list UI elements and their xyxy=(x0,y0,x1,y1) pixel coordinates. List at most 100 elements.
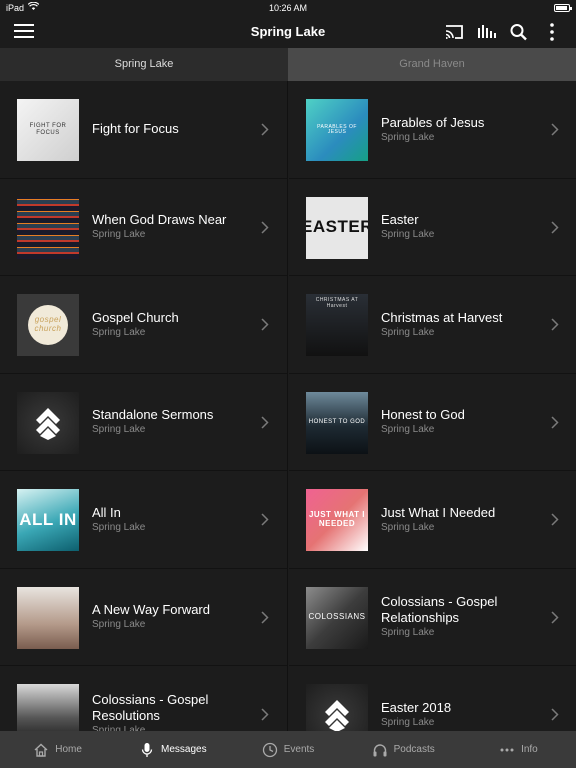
gospel-church-artwork: gospel church xyxy=(17,294,79,356)
series-thumb-text: HONEST TO GOD xyxy=(308,419,366,426)
series-thumb-text: FIGHT FOR FOCUS xyxy=(29,123,67,136)
series-title: Easter 2018 xyxy=(381,699,452,715)
easter-artwork: EASTER xyxy=(306,196,368,259)
series-title: Parables of Jesus xyxy=(381,114,485,130)
series-row-left-3[interactable]: Standalone Sermons Spring Lake xyxy=(0,373,287,471)
series-text-block: Standalone Sermons Spring Lake xyxy=(92,374,253,471)
series-row-left-1[interactable]: When God Draws Near Spring Lake xyxy=(0,178,287,276)
tabbar-home-label: Home xyxy=(55,744,82,755)
tab-spring-lake[interactable]: Spring Lake xyxy=(0,48,288,81)
series-subtitle: Spring Lake xyxy=(92,326,146,338)
series-subtitle: Spring Lake xyxy=(381,326,435,338)
home-icon xyxy=(34,743,48,757)
navigation-bar: Spring Lake xyxy=(0,16,576,48)
series-row-right-5[interactable]: COLOSSIANS Colossians - Gospel Relationsh… xyxy=(289,568,576,666)
bottom-tab-bar: Home Messages Events Podcasts Info xyxy=(0,731,576,768)
when-god-draws-near-artwork xyxy=(17,196,79,259)
series-title: Colossians - Gospel Relationships xyxy=(381,594,498,626)
audio-bars-icon[interactable] xyxy=(475,22,497,42)
status-bar: iPad 10:26 AM xyxy=(0,0,576,16)
just-what-i-needed-artwork: JUST WHAT I NEEDED xyxy=(306,489,368,551)
series-row-right-0[interactable]: PARABLES OF JESUS Parables of Jesus Spring… xyxy=(289,81,576,179)
parables-artwork: PARABLES OF JESUS xyxy=(306,99,368,161)
chevron-right-icon xyxy=(261,708,269,721)
cast-icon[interactable] xyxy=(443,22,465,42)
series-title: Honest to God xyxy=(381,407,465,423)
series-text-block: Easter 2018 Spring Lake xyxy=(381,666,543,731)
chevron-right-icon xyxy=(261,123,269,136)
chevron-right-icon xyxy=(551,708,559,721)
series-title: Christmas at Harvest xyxy=(381,309,503,325)
series-title: Easter xyxy=(381,212,419,228)
series-title: A New Way Forward xyxy=(92,602,210,618)
series-text-block: Easter Spring Lake xyxy=(381,179,543,276)
series-row-left-4[interactable]: ALL IN All In Spring Lake xyxy=(0,471,287,569)
search-icon[interactable] xyxy=(508,22,530,42)
series-row-right-3[interactable]: HONEST TO GOD Honest to God Spring Lake xyxy=(289,373,576,471)
series-text-block: Christmas at Harvest Spring Lake xyxy=(381,276,543,373)
series-text-block: A New Way Forward Spring Lake xyxy=(92,569,253,666)
tab-grand-haven[interactable]: Grand Haven xyxy=(288,48,576,81)
tabbar-info-label: Info xyxy=(521,744,538,755)
series-row-right-2[interactable]: CHRISTMAS AT Harvest Christmas at Harvest… xyxy=(289,276,576,374)
series-text-block: Just What I Needed Spring Lake xyxy=(381,471,543,568)
chevron-right-icon xyxy=(551,513,559,526)
tabbar-events[interactable]: Events xyxy=(230,731,345,768)
series-row-left-5[interactable]: A New Way Forward Spring Lake xyxy=(0,568,287,666)
series-column-right: PARABLES OF JESUS Parables of Jesus Spring… xyxy=(289,81,576,731)
tabbar-messages[interactable]: Messages xyxy=(115,731,230,768)
series-column-left: FIGHT FOR FOCUS Fight for Focus When God D… xyxy=(0,81,288,731)
series-row-left-0[interactable]: FIGHT FOR FOCUS Fight for Focus xyxy=(0,81,287,179)
colossians-relationships-artwork: COLOSSIANS xyxy=(306,586,368,649)
series-thumb-text: JUST WHAT I NEEDED xyxy=(308,510,365,528)
harvest-logo-artwork xyxy=(306,684,368,731)
colossians-artwork: COLOSSIANS xyxy=(17,684,79,731)
chevron-right-icon xyxy=(261,415,269,429)
series-subtitle: Spring Lake xyxy=(92,724,146,731)
series-title: Just What I Needed xyxy=(381,504,496,520)
all-in-artwork: ALL IN xyxy=(17,489,79,551)
series-text-block: Honest to God Spring Lake xyxy=(381,374,543,471)
chevron-right-icon xyxy=(261,513,269,526)
status-time: 10:26 AM xyxy=(268,3,308,13)
series-row-right-6[interactable]: Easter 2018 Spring Lake xyxy=(289,666,576,731)
series-text-block: Colossians - Gospel Relationships Spring … xyxy=(381,569,543,666)
tabbar-events-label: Events xyxy=(283,744,315,755)
series-subtitle: Spring Lake xyxy=(381,521,435,533)
harvest-logo-artwork xyxy=(17,391,79,454)
headphones-icon xyxy=(373,743,387,756)
series-title: All In xyxy=(92,504,121,520)
series-text-block: Fight for Focus xyxy=(92,81,253,178)
tabbar-info[interactable]: Info xyxy=(461,731,576,768)
fight-for-focus-artwork: FIGHT FOR FOCUS xyxy=(17,99,79,161)
series-thumb-text: CHRISTMAS AT Harvest xyxy=(315,297,359,309)
chevron-right-icon xyxy=(261,610,269,624)
new-way-forward-artwork xyxy=(17,586,79,649)
microphone-icon xyxy=(141,742,153,757)
series-title: When God Draws Near xyxy=(92,212,227,228)
series-title: Gospel Church xyxy=(92,309,179,325)
series-row-left-2[interactable]: gospel church Gospel Church Spring Lake xyxy=(0,276,287,374)
series-thumb-text: PARABLES OF JESUS xyxy=(317,123,357,135)
series-text-block: When God Draws Near Spring Lake xyxy=(92,179,253,276)
chevron-right-icon xyxy=(551,123,559,136)
series-text-block: Gospel Church Spring Lake xyxy=(92,276,253,373)
battery-icon xyxy=(554,4,572,12)
series-subtitle: Spring Lake xyxy=(381,627,435,639)
series-subtitle: Spring Lake xyxy=(92,229,146,241)
series-row-right-1[interactable]: EASTER Easter Spring Lake xyxy=(289,178,576,276)
chevron-right-icon xyxy=(551,318,559,331)
series-row-left-6[interactable]: COLOSSIANS Colossians - Gospel Resolution… xyxy=(0,666,287,731)
tabbar-home[interactable]: Home xyxy=(0,731,115,768)
tabbar-podcasts[interactable]: Podcasts xyxy=(346,731,461,768)
chevron-right-icon xyxy=(551,415,559,429)
more-vertical-icon[interactable] xyxy=(541,22,563,42)
christmas-artwork: CHRISTMAS AT Harvest xyxy=(306,294,368,356)
chevron-right-icon xyxy=(551,610,559,624)
series-text-block: Colossians - Gospel Resolutions Spring La… xyxy=(92,666,253,731)
series-subtitle: Spring Lake xyxy=(381,229,435,241)
series-grid: FIGHT FOR FOCUS Fight for Focus When God D… xyxy=(0,81,576,731)
series-subtitle: Spring Lake xyxy=(92,424,146,436)
series-row-right-4[interactable]: JUST WHAT I NEEDED Just What I Needed Spri… xyxy=(289,471,576,569)
series-title: Standalone Sermons xyxy=(92,407,214,423)
